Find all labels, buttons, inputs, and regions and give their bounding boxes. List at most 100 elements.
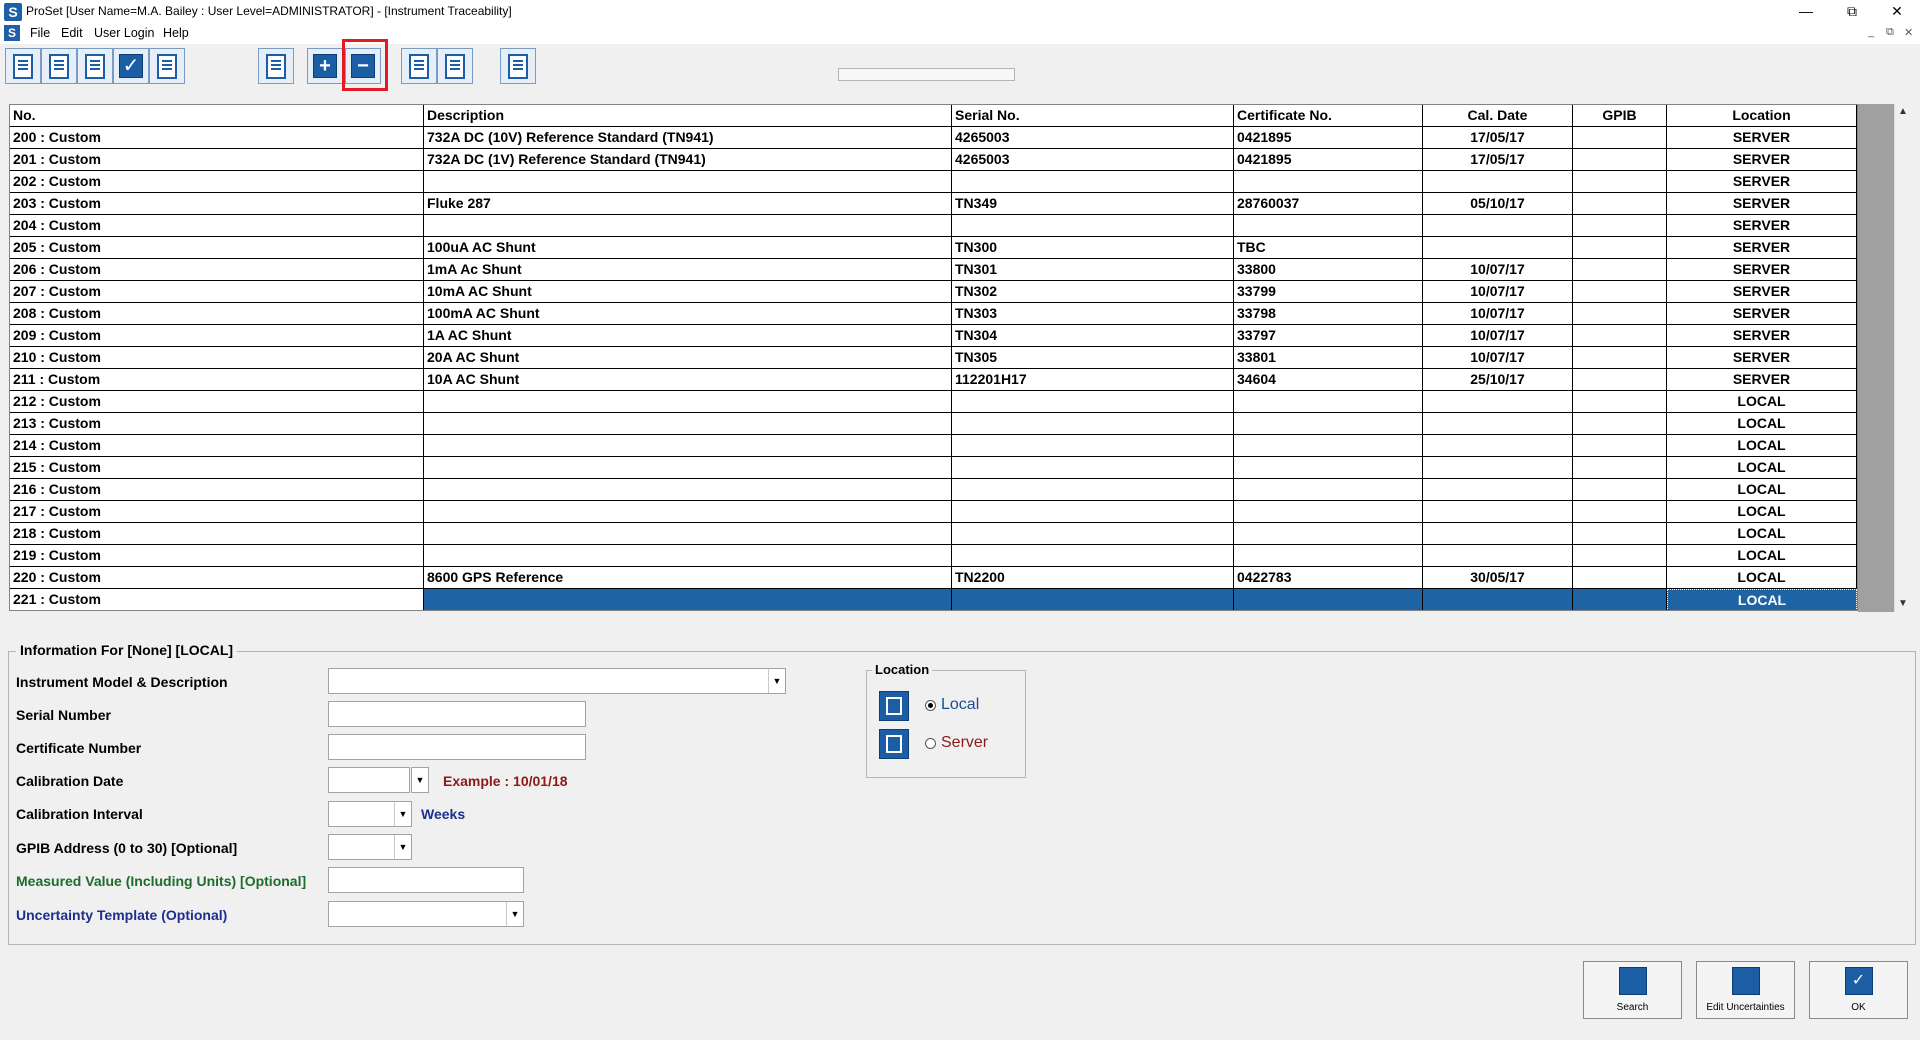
table-cell[interactable]: SERVER xyxy=(1667,325,1857,347)
table-cell[interactable] xyxy=(1423,589,1573,610)
check-button[interactable]: ✓ xyxy=(113,48,149,84)
table-cell[interactable]: 10mA AC Shunt xyxy=(424,281,952,303)
table-cell[interactable] xyxy=(1573,303,1667,325)
table-cell[interactable] xyxy=(1234,479,1423,501)
table-cell[interactable]: 1A AC Shunt xyxy=(424,325,952,347)
table-cell[interactable] xyxy=(952,589,1234,610)
table-cell[interactable] xyxy=(424,215,952,237)
table-row[interactable]: 204 : Custom SERVER xyxy=(10,215,1857,237)
table-cell[interactable]: TN305 xyxy=(952,347,1234,369)
table-cell[interactable]: SERVER xyxy=(1667,127,1857,149)
table-cell[interactable] xyxy=(1573,479,1667,501)
table-cell[interactable]: 205 : Custom xyxy=(10,237,424,259)
table-cell[interactable]: 28760037 xyxy=(1234,193,1423,215)
table-row[interactable]: 203 : Custom Fluke 287 TN349 28760037 05/10/… xyxy=(10,193,1857,215)
table-cell[interactable] xyxy=(1234,413,1423,435)
column-header[interactable]: Cal. Date xyxy=(1423,105,1573,127)
table-row[interactable]: 214 : Custom LOCAL xyxy=(10,435,1857,457)
table-cell[interactable]: 211 : Custom xyxy=(10,369,424,391)
print-button[interactable] xyxy=(258,48,294,84)
table-cell[interactable]: SERVER xyxy=(1667,347,1857,369)
table-row[interactable]: 215 : Custom LOCAL xyxy=(10,457,1857,479)
table-cell[interactable]: 20A AC Shunt xyxy=(424,347,952,369)
table-row[interactable]: 219 : Custom LOCAL xyxy=(10,545,1857,567)
table-cell[interactable]: SERVER xyxy=(1667,259,1857,281)
table-cell[interactable]: 33798 xyxy=(1234,303,1423,325)
local-radio[interactable] xyxy=(925,700,936,711)
table-cell[interactable]: 10A AC Shunt xyxy=(424,369,952,391)
table-cell[interactable] xyxy=(1234,523,1423,545)
table-cell[interactable]: 213 : Custom xyxy=(10,413,424,435)
column-header[interactable]: Location xyxy=(1667,105,1857,127)
table-cell[interactable] xyxy=(1573,193,1667,215)
mdi-close-button[interactable]: ✕ xyxy=(1904,26,1913,39)
table-cell[interactable] xyxy=(424,589,952,610)
close-button[interactable]: ✕ xyxy=(1874,0,1920,24)
table-cell[interactable] xyxy=(1423,413,1573,435)
table-cell[interactable] xyxy=(952,545,1234,567)
table-cell[interactable] xyxy=(1573,391,1667,413)
table-cell[interactable]: 221 : Custom xyxy=(10,589,424,610)
table-cell[interactable] xyxy=(1423,457,1573,479)
table-cell[interactable] xyxy=(424,479,952,501)
table-cell[interactable] xyxy=(952,435,1234,457)
table-cell[interactable] xyxy=(1573,149,1667,171)
table-cell[interactable]: 100mA AC Shunt xyxy=(424,303,952,325)
scroll-up-icon[interactable]: ▲ xyxy=(1898,106,1908,117)
table-cell[interactable]: 34604 xyxy=(1234,369,1423,391)
table-cell[interactable] xyxy=(1423,215,1573,237)
table-cell[interactable]: 200 : Custom xyxy=(10,127,424,149)
table-cell[interactable]: LOCAL xyxy=(1667,479,1857,501)
table-cell[interactable]: 217 : Custom xyxy=(10,501,424,523)
restore-button[interactable]: ⧉ xyxy=(1829,0,1875,24)
table-cell[interactable] xyxy=(1573,127,1667,149)
table-cell[interactable]: TN303 xyxy=(952,303,1234,325)
menu-user-login[interactable]: User Login xyxy=(94,26,154,40)
table-cell[interactable]: 732A DC (10V) Reference Standard (TN941) xyxy=(424,127,952,149)
table-cell[interactable] xyxy=(424,545,952,567)
table-cell[interactable]: 215 : Custom xyxy=(10,457,424,479)
table-row[interactable]: 211 : Custom 10A AC Shunt 112201H17 34604 25… xyxy=(10,369,1857,391)
local-radio-label[interactable]: Local xyxy=(941,696,979,714)
table-cell[interactable] xyxy=(1573,215,1667,237)
export-button[interactable] xyxy=(437,48,473,84)
table-row[interactable]: 218 : Custom LOCAL xyxy=(10,523,1857,545)
measured-input[interactable] xyxy=(328,867,524,893)
copy-button[interactable] xyxy=(77,48,113,84)
table-cell[interactable]: 218 : Custom xyxy=(10,523,424,545)
table-row[interactable]: 212 : Custom LOCAL xyxy=(10,391,1857,413)
table-cell[interactable] xyxy=(1573,457,1667,479)
table-cell[interactable]: 220 : Custom xyxy=(10,567,424,589)
table-cell[interactable] xyxy=(424,501,952,523)
table-cell[interactable]: SERVER xyxy=(1667,303,1857,325)
cal-date-dropdown[interactable]: ▼ xyxy=(411,767,429,793)
table-cell[interactable] xyxy=(952,215,1234,237)
table-cell[interactable]: 207 : Custom xyxy=(10,281,424,303)
scroll-down-icon[interactable]: ▼ xyxy=(1898,598,1908,609)
server-radio-label[interactable]: Server xyxy=(941,734,988,752)
table-cell[interactable]: TN2200 xyxy=(952,567,1234,589)
import-button[interactable] xyxy=(401,48,437,84)
table-cell[interactable]: SERVER xyxy=(1667,369,1857,391)
table-cell[interactable] xyxy=(1234,501,1423,523)
table-cell[interactable] xyxy=(952,457,1234,479)
gpib-dropdown[interactable]: ▼ xyxy=(328,834,412,860)
table-cell[interactable]: 202 : Custom xyxy=(10,171,424,193)
table-cell[interactable] xyxy=(1573,523,1667,545)
uncertainty-dropdown[interactable]: ▼ xyxy=(328,901,524,927)
table-row[interactable]: 216 : Custom LOCAL xyxy=(10,479,1857,501)
table-cell[interactable] xyxy=(424,457,952,479)
table-row[interactable]: 206 : Custom 1mA Ac Shunt TN301 33800 10/07/… xyxy=(10,259,1857,281)
table-cell[interactable]: 216 : Custom xyxy=(10,479,424,501)
table-cell[interactable] xyxy=(1423,501,1573,523)
table-cell[interactable] xyxy=(1573,325,1667,347)
table-cell[interactable] xyxy=(424,435,952,457)
table-cell[interactable]: TN302 xyxy=(952,281,1234,303)
mdi-restore-button[interactable]: ⧉ xyxy=(1886,26,1894,39)
table-cell[interactable]: 4265003 xyxy=(952,127,1234,149)
table-row[interactable]: 209 : Custom 1A AC Shunt TN304 33797 10/07/1… xyxy=(10,325,1857,347)
table-row[interactable]: 221 : Custom LOCAL xyxy=(10,589,1857,610)
table-cell[interactable]: 17/05/17 xyxy=(1423,149,1573,171)
ok-button[interactable]: ✓ OK xyxy=(1809,961,1908,1019)
table-cell[interactable] xyxy=(1234,589,1423,610)
